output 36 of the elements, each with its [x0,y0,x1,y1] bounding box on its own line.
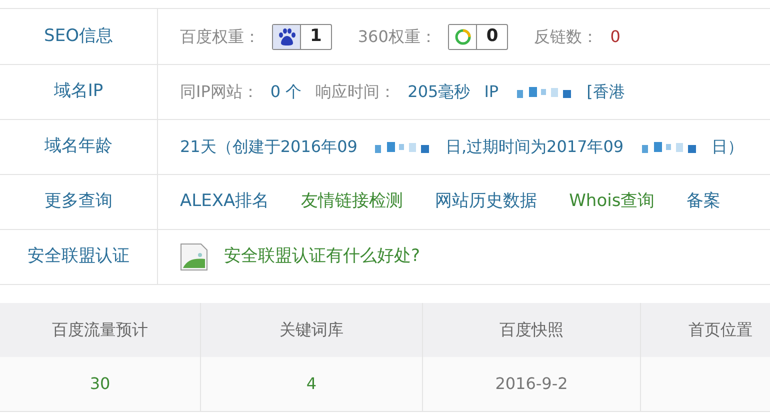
field-value: 日,过期时间为2017年09 [445,136,624,158]
column-header: 首页位置 [688,319,752,341]
ring-icon [454,28,472,46]
link[interactable]: 网站历史数据 [435,189,538,215]
field-value: IP [484,81,499,103]
link[interactable]: 友情链接检测 [301,189,404,215]
column-header: 关键词库 [280,319,344,341]
link[interactable]: 安全联盟认证有什么好处? [224,244,420,270]
field-value: [香港 [586,81,625,103]
field-caption: 同IP网站： [180,81,258,103]
row-label: 域名年龄 [44,135,112,158]
field-caption: 百度权重： [180,26,260,48]
column-header: 百度快照 [500,319,564,341]
row-label: SEO信息 [44,24,113,48]
field-caption: 360权重： [358,26,436,48]
row-label: 域名IP [54,80,104,104]
field-value: 0 [610,26,620,48]
row-label: 更多查询 [44,190,112,214]
paw-icon [276,28,296,46]
field-value: 205毫秒 [408,81,470,103]
link[interactable]: ALEXA排名 [180,189,270,215]
broken-image-icon [180,243,208,271]
table-cell-text: 2016-9-2 [495,373,568,395]
field-caption: 反链数： [534,26,598,48]
link[interactable]: Whois查询 [569,189,655,215]
field-value: 0 个 [270,81,302,103]
weight-badge: 0 [448,24,508,50]
column-header: 百度流量预计 [52,319,148,341]
field-value: 日） [712,136,744,158]
weight-badge: 1 [272,24,332,50]
table-cell-text: 4 [306,373,317,395]
table-cell-text: 30 [90,373,110,395]
link[interactable]: 备案 [686,189,721,215]
row-label: 安全联盟认证 [28,245,130,268]
field-caption: 响应时间： [316,81,396,103]
field-value: 21天（创建于2016年09 [180,136,358,158]
